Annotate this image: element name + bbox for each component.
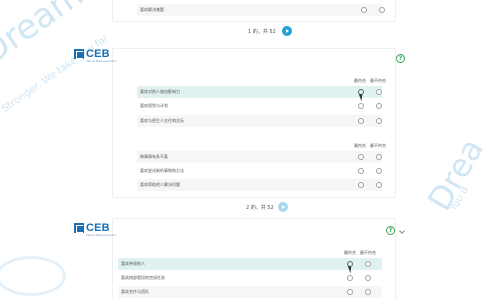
statement-text: 喜欢帮助他人解决问题: [140, 182, 180, 187]
ceb-logo: CEB Talent Measurement: [74, 48, 116, 63]
question-row: 做事情有条不紊: [137, 151, 382, 163]
chevron-down-icon[interactable]: [399, 228, 405, 234]
question-row: 喜欢带领他人: [118, 258, 382, 270]
radio-least[interactable]: [365, 289, 371, 295]
radio-most[interactable]: [358, 154, 364, 160]
col-least-header: 最不符合: [370, 78, 386, 83]
question-row: 喜欢帮助他人解决问题: [137, 179, 382, 191]
radio-least[interactable]: [376, 154, 382, 160]
radio-most[interactable]: [361, 7, 367, 13]
question-row: 喜欢按部就班地完成任务: [118, 272, 382, 284]
question-row: 喜欢尝试新的事物和方法: [137, 165, 382, 177]
question-row: 喜欢规划与计划: [137, 100, 382, 112]
logo-subtext: Talent Measurement: [86, 59, 117, 63]
next-page-button[interactable]: [278, 202, 288, 212]
col-most-header: 最符合: [344, 250, 356, 255]
logo-mark-icon: [74, 223, 84, 233]
radio-least[interactable]: [379, 7, 385, 13]
statement-text: 做事情有条不紊: [140, 154, 168, 159]
radio-least[interactable]: [376, 168, 382, 174]
statement-text: 喜欢规划与计划: [140, 103, 168, 108]
radio-least[interactable]: [365, 275, 371, 281]
pager-text: 1 的，共 52: [248, 29, 276, 35]
question-row: 喜欢对他人施加影响力: [137, 86, 382, 98]
statement-text: 喜欢按部就班地完成任务: [121, 275, 165, 280]
question-row: 喜欢与陌生人交往和交际: [137, 115, 382, 127]
watermark-left-bottom: [0, 256, 66, 296]
radio-least[interactable]: [376, 118, 382, 124]
ceb-logo: CEB Talent Measurement: [74, 222, 116, 237]
question-row: 喜欢解决难题: [137, 4, 385, 16]
help-icon[interactable]: ?: [386, 226, 395, 235]
radio-least[interactable]: [376, 103, 382, 109]
statement-text: 喜欢合作与团队: [121, 289, 149, 294]
radio-least[interactable]: [376, 89, 382, 95]
statement-text: 喜欢带领他人: [121, 261, 145, 266]
statement-text: 喜欢解决难题: [140, 7, 164, 12]
logo-subtext: Talent Measurement: [86, 233, 117, 237]
question-row: 喜欢合作与团队: [118, 286, 382, 298]
radio-least[interactable]: [376, 182, 382, 188]
statement-text: 喜欢对他人施加影响力: [140, 89, 180, 94]
statement-text: 喜欢与陌生人交往和交际: [140, 118, 184, 123]
radio-most[interactable]: [358, 182, 364, 188]
statement-text: 喜欢尝试新的事物和方法: [140, 168, 184, 173]
radio-most[interactable]: [358, 103, 364, 109]
pager-text: 2 的，共 52: [246, 205, 274, 211]
col-least-header: 最不符合: [360, 250, 376, 255]
radio-most[interactable]: [347, 275, 353, 281]
help-icon[interactable]: ?: [396, 54, 405, 63]
radio-most[interactable]: [358, 168, 364, 174]
radio-most[interactable]: [347, 289, 353, 295]
col-least-header: 最不符合: [370, 143, 386, 148]
radio-most[interactable]: [358, 118, 364, 124]
next-page-button[interactable]: [282, 26, 292, 36]
logo-mark-icon: [74, 49, 84, 59]
col-most-header: 最符合: [354, 78, 366, 83]
col-most-header: 最符合: [354, 143, 366, 148]
radio-least[interactable]: [365, 261, 371, 267]
